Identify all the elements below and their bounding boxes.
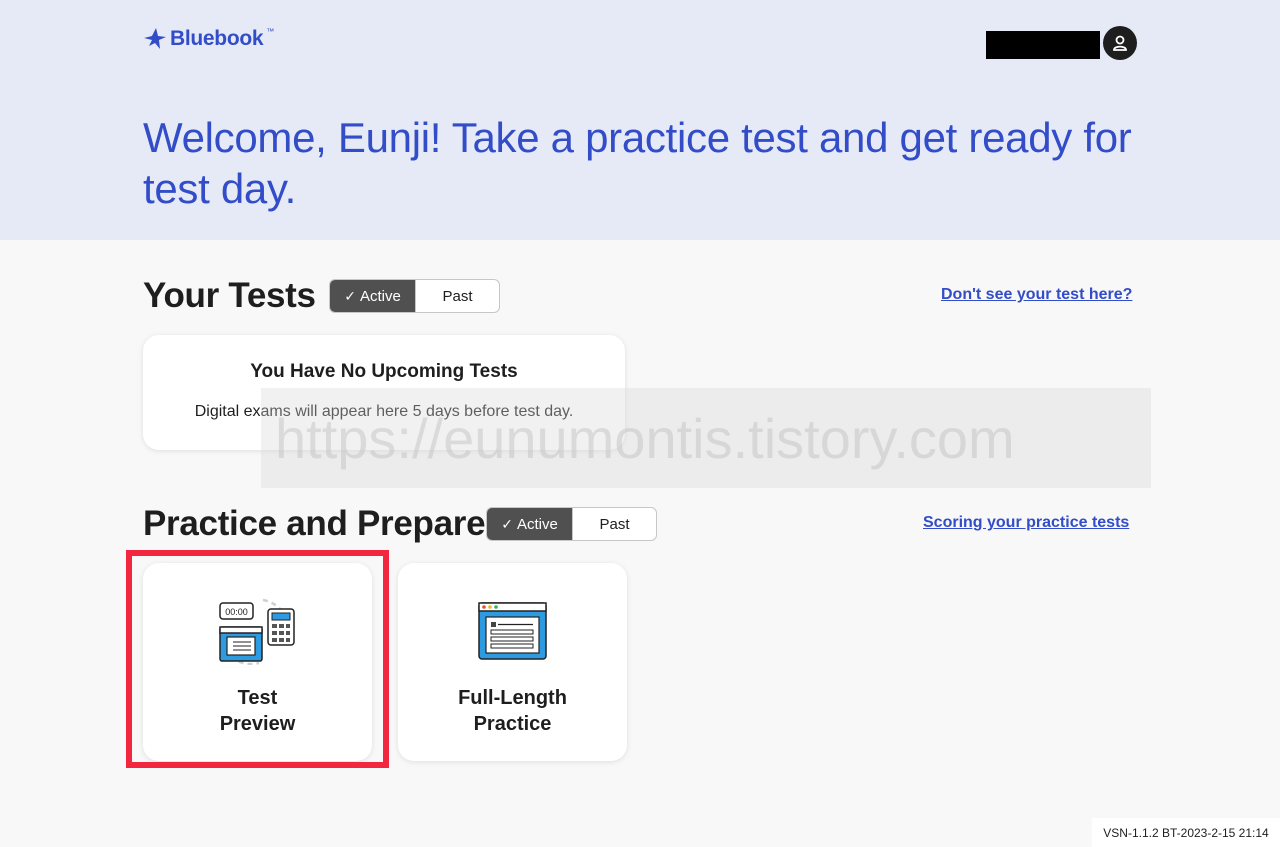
annotation-highlight-box bbox=[126, 550, 389, 768]
bluebook-star-icon bbox=[144, 28, 166, 49]
welcome-heading: Welcome, Eunji! Take a practice test and… bbox=[143, 114, 1132, 212]
watermark-overlay: https://eunumontis.tistory.com bbox=[261, 388, 1151, 488]
your-tests-past-tab[interactable]: Past bbox=[415, 280, 499, 312]
your-tests-filter-toggle: ✓ Active Past bbox=[329, 279, 500, 313]
full-length-label-line1: Full-Length bbox=[458, 687, 567, 709]
redacted-user-name bbox=[986, 31, 1100, 59]
scoring-practice-tests-link[interactable]: Scoring your practice tests bbox=[923, 514, 1129, 532]
checkmark-icon: ✓ bbox=[501, 515, 513, 532]
your-tests-title: Your Tests bbox=[143, 276, 316, 315]
full-length-practice-card[interactable]: Full-Length Practice bbox=[398, 563, 627, 761]
full-length-label-line2: Practice bbox=[473, 713, 552, 735]
practice-active-label: Active bbox=[516, 515, 558, 533]
practice-title: Practice and Prepare bbox=[143, 504, 486, 543]
practice-filter-toggle: ✓ Active Past bbox=[486, 507, 657, 541]
your-tests-active-tab[interactable]: ✓ Active bbox=[330, 280, 415, 312]
checkmark-icon: ✓ bbox=[344, 287, 356, 304]
version-label: VSN-1.1.2 BT-2023-2-15 21:14 bbox=[1092, 818, 1280, 847]
account-avatar-button[interactable] bbox=[1103, 26, 1137, 60]
practice-past-tab[interactable]: Past bbox=[572, 508, 656, 540]
full-length-practice-icon bbox=[478, 602, 547, 660]
logo-text: Bluebook bbox=[170, 27, 264, 50]
dont-see-test-link[interactable]: Don't see your test here? bbox=[941, 286, 1132, 304]
your-tests-past-label: Past bbox=[442, 287, 473, 305]
practice-past-label: Past bbox=[599, 515, 630, 533]
bluebook-logo: Bluebook ™ bbox=[143, 27, 274, 51]
logo-trademark: ™ bbox=[266, 26, 275, 36]
user-icon bbox=[1113, 35, 1127, 51]
practice-active-tab[interactable]: ✓ Active bbox=[487, 508, 572, 540]
welcome-banner: Bluebook ™ Welcome, Eunji! Take a practi… bbox=[0, 0, 1280, 240]
no-tests-title: You Have No Upcoming Tests bbox=[250, 361, 518, 382]
your-tests-active-label: Active bbox=[359, 287, 401, 305]
